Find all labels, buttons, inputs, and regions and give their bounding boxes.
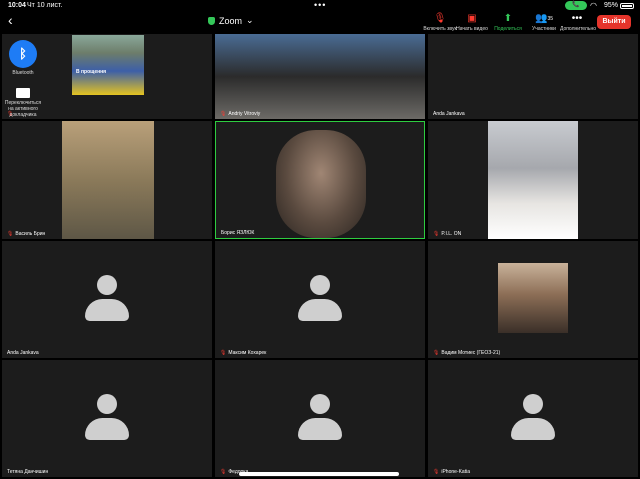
participant-name: Anda Jankava (433, 111, 465, 117)
mic-off-icon: 🎙 (433, 231, 440, 237)
status-bar: 10:04 Чт 10 лист. ••• 📞 ◠ 95% (0, 0, 640, 12)
participant-name: 🎙 Andriy Vitroviy (220, 111, 261, 117)
participant-name: Anda Jankava (7, 350, 39, 356)
participant-video (276, 130, 366, 238)
chevron-left-icon[interactable]: ‹ (8, 12, 13, 28)
mic-off-icon: 🎙 (433, 469, 440, 475)
video-off-icon: ▣ (467, 13, 477, 24)
banner-text: В прощення (76, 69, 107, 75)
video-tile[interactable]: 🎙 iPhone-Katia (428, 360, 638, 477)
avatar-placeholder-icon (511, 393, 555, 444)
unmute-label: Включить звук (423, 26, 457, 32)
multitask-dots-icon[interactable]: ••• (314, 0, 326, 10)
meeting-toolbar: ‹ Zoom ⌄ 🎙 Включить звук ▣ Начать видео … (0, 12, 640, 34)
participant-name: 🎙 iPhone-Katia (433, 469, 470, 475)
clock: 10:04 (8, 2, 26, 9)
avatar-placeholder-icon (85, 393, 129, 444)
bluetooth-icon: ᛒ (9, 40, 37, 68)
video-tile[interactable]: 🎙 Василь Брин (2, 121, 212, 239)
more-button[interactable]: ••• Дополнительно (560, 13, 596, 32)
home-indicator[interactable] (239, 472, 399, 476)
call-indicator-icon: 📞 (565, 1, 587, 10)
video-tile[interactable]: 🎙 P.I.L. ON (428, 121, 638, 239)
participants-label: Участники (532, 26, 556, 32)
participant-name: Тетяна Данчишин (7, 469, 49, 475)
switch-view-label: Переключиться на активного докладчика (4, 100, 42, 118)
participants-count: 35 (547, 16, 553, 22)
avatar-placeholder-icon (85, 274, 129, 325)
share-button[interactable]: ⬆ Поделиться (491, 13, 525, 32)
video-tile[interactable]: 🎙 Максим Кохарек (215, 241, 425, 358)
video-tile[interactable]: 🎙 Вадим Мотиес (ГЕОЗ-21) (428, 241, 638, 358)
switch-view-button[interactable]: Переключиться на активного докладчика (2, 88, 44, 118)
mic-off-icon: 🎙 (433, 13, 447, 24)
mic-off-icon: 🎙 (220, 350, 227, 356)
more-label: Дополнительно (560, 26, 596, 32)
app-title: Zoom (219, 15, 243, 26)
video-tile[interactable]: Anda Jankava (2, 241, 212, 358)
video-tile[interactable]: Тетяна Данчишин (2, 360, 212, 477)
participant-name: Борис ЯЗЛЮК (221, 230, 255, 236)
video-tile[interactable]: Anda Jankava (428, 34, 638, 119)
participants-button[interactable]: 👥35 Участники (527, 13, 561, 32)
battery-icon (620, 3, 634, 9)
battery-percent: 95% (604, 2, 619, 9)
video-tile[interactable]: 🎙 Andriy Vitroviy (215, 34, 425, 119)
avatar-placeholder-icon (298, 274, 342, 325)
video-tile[interactable]: 🎙Федорка (215, 360, 425, 477)
participant-name: 🎙 Василь Брин (7, 231, 46, 237)
avatar-placeholder-icon (298, 393, 342, 444)
participant-video: В прощення (72, 35, 144, 95)
more-dots-icon: ••• (571, 13, 583, 24)
participant-video (498, 263, 568, 333)
share-label: Поделиться (494, 26, 522, 32)
participants-icon: 👥35 (534, 13, 553, 24)
mic-off-icon: 🎙 (220, 469, 227, 475)
bluetooth-label: Bluetooth (12, 70, 34, 76)
meeting-title[interactable]: Zoom ⌄ (208, 15, 254, 26)
share-screen-icon: ⬆ (503, 13, 513, 24)
participant-name: 🎙 P.I.L. ON (433, 231, 462, 237)
mic-off-icon: 🎙 (433, 350, 440, 356)
participant-video (215, 34, 425, 119)
shield-icon (208, 16, 215, 25)
date: Чт 10 лист. (27, 2, 63, 9)
unmute-button[interactable]: 🎙 Включить звук (423, 13, 457, 32)
active-speaker-tile[interactable]: Борис ЯЗЛЮК (215, 121, 425, 239)
participant-name: 🎙 Максим Кохарек (220, 350, 267, 356)
participant-video (62, 121, 154, 239)
chevron-down-icon: ⌄ (246, 15, 254, 25)
participant-name: 🎙 Вадим Мотиес (ГЕОЗ-21) (433, 350, 501, 356)
mic-off-icon: 🎙 (7, 231, 14, 237)
leave-button[interactable]: Выйти (597, 15, 631, 29)
wifi-icon: ◠ (590, 1, 597, 10)
participant-video (488, 121, 578, 239)
bluetooth-button[interactable]: ᛒ Bluetooth (6, 40, 40, 76)
start-video-button[interactable]: ▣ Начать видео (455, 13, 489, 32)
start-video-label: Начать видео (456, 26, 488, 32)
video-grid: В прощення 🎙 🎙 Andriy Vitroviy Anda Janka… (0, 34, 640, 479)
monitor-icon (16, 88, 30, 98)
mic-off-icon: 🎙 (220, 111, 227, 117)
